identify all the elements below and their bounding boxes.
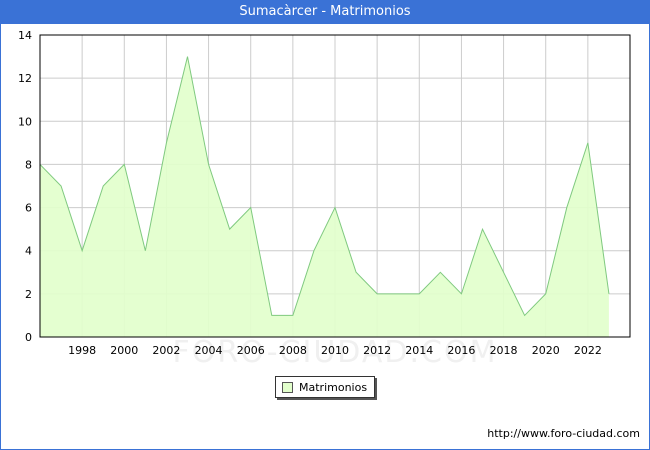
- x-tick-label: 2000: [110, 344, 138, 357]
- legend-swatch: [282, 381, 293, 393]
- x-tick-label: 2022: [574, 344, 602, 357]
- x-tick-label: 2020: [532, 344, 560, 357]
- x-tick-label: 2010: [321, 344, 349, 357]
- x-tick-label: 1998: [68, 344, 96, 357]
- series-area: [39, 56, 610, 337]
- x-tick-label: 2004: [195, 344, 223, 357]
- x-tick-label: 2014: [405, 344, 433, 357]
- series-area-fill: [40, 56, 609, 337]
- y-tick-label: 2: [25, 288, 32, 301]
- y-tick-label: 0: [25, 331, 32, 344]
- y-tick-label: 8: [25, 158, 32, 171]
- y-axis-labels: 0 2 4 6 8 10 12 14: [18, 29, 32, 344]
- legend-label: Matrimonios: [299, 380, 368, 394]
- y-tick-label: 10: [18, 115, 32, 128]
- y-tick-label: 14: [18, 29, 32, 42]
- source-link[interactable]: http://www.foro-ciudad.com: [487, 427, 640, 440]
- y-tick-label: 6: [25, 202, 32, 215]
- x-tick-label: 2006: [237, 344, 265, 357]
- y-tick-label: 12: [18, 72, 32, 85]
- x-tick-label: 2018: [490, 344, 518, 357]
- x-tick-label: 2002: [152, 344, 180, 357]
- x-axis-labels: 1998 2000 2002 2004 2006 2008 2010 2012 2014 2016…: [68, 344, 602, 357]
- x-tick-label: 2008: [279, 344, 307, 357]
- x-tick-label: 2012: [363, 344, 391, 357]
- x-tick-label: 2016: [447, 344, 475, 357]
- y-tick-label: 4: [25, 245, 32, 258]
- legend: Matrimonios: [275, 376, 375, 398]
